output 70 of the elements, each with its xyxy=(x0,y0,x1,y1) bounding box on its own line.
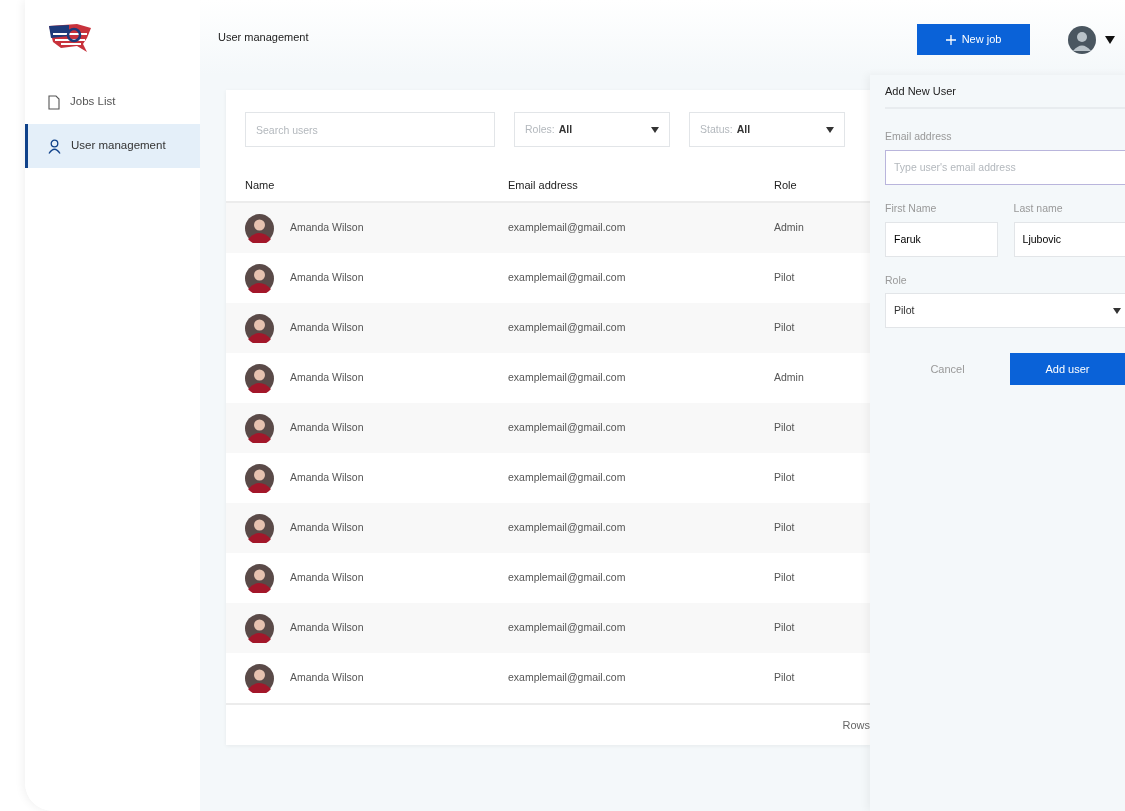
table-cell: Amanda Wilson xyxy=(290,370,364,386)
table-cell: Pilot xyxy=(774,571,795,584)
table-cell: Pilot xyxy=(774,321,795,334)
breadcrumb-title: User management xyxy=(218,30,309,46)
table-cell: Pilot xyxy=(774,421,795,434)
table-cell: Pilot xyxy=(774,621,795,634)
avatar-icon xyxy=(245,513,274,543)
table-cell: Admin xyxy=(774,221,804,234)
avatar-icon xyxy=(245,213,274,243)
rows-label: Rows xyxy=(842,717,870,733)
table-cell: Amanda Wilson xyxy=(290,320,364,336)
table-cell: Amanda Wilson xyxy=(290,220,364,236)
table-cell: examplemail@gmail.com xyxy=(508,471,626,484)
table-cell: examplemail@gmail.com xyxy=(508,271,626,284)
panel-title: Add New User xyxy=(885,83,956,99)
avatar-icon xyxy=(245,613,274,643)
plus-icon xyxy=(945,34,956,45)
avatar-icon[interactable] xyxy=(1068,26,1096,54)
table-cell: examplemail@gmail.com xyxy=(508,421,626,434)
table-cell: Amanda Wilson xyxy=(290,620,364,636)
table-cell: Amanda Wilson xyxy=(290,570,364,586)
avatar-icon xyxy=(245,363,274,393)
caret-icon xyxy=(826,126,834,133)
roles-dropdown[interactable]: Roles: All xyxy=(514,112,670,147)
first-name-field[interactable]: Faruk xyxy=(885,221,998,257)
table-cell: Pilot xyxy=(774,271,795,284)
table-cell: examplemail@gmail.com xyxy=(508,221,626,234)
field-label: Role xyxy=(885,272,908,288)
avatar-icon xyxy=(245,663,274,693)
table-cell: Pilot xyxy=(774,521,795,534)
table-cell: examplemail@gmail.com xyxy=(508,371,626,384)
field-label: Email address xyxy=(885,129,953,144)
caret-icon xyxy=(1113,307,1121,314)
search-field[interactable]: Search users xyxy=(245,112,495,147)
map-logo-drawing xyxy=(47,22,93,54)
table-cell: examplemail@gmail.com xyxy=(508,671,626,684)
table-cell: examplemail@gmail.com xyxy=(508,521,626,534)
table-cell: Pilot xyxy=(774,671,795,684)
role-dropdown[interactable]: Pilot xyxy=(885,293,1125,329)
table-cell: Admin xyxy=(774,371,804,384)
sidebar-item[interactable]: Jobs List xyxy=(25,80,200,124)
caret-icon[interactable] xyxy=(1105,36,1115,44)
new-job-button[interactable]: New job xyxy=(917,24,1030,55)
caret-icon xyxy=(651,126,659,133)
avatar-icon xyxy=(245,563,274,593)
avatar-icon xyxy=(245,263,274,293)
table-cell: Amanda Wilson xyxy=(290,420,364,436)
avatar-icon xyxy=(245,413,274,443)
table-cell: examplemail@gmail.com xyxy=(508,321,626,334)
status-dropdown[interactable]: Status: All xyxy=(689,112,845,147)
table-cell: Amanda Wilson xyxy=(290,670,364,686)
table-cell: examplemail@gmail.com xyxy=(508,571,626,584)
add-user-button[interactable]: Add user xyxy=(1010,353,1125,386)
table-cell: Amanda Wilson xyxy=(290,270,364,286)
column-header: Name xyxy=(244,178,276,194)
document-icon xyxy=(48,94,60,110)
column-header: Email address xyxy=(508,178,579,194)
table-cell: Amanda Wilson xyxy=(290,520,364,536)
user-icon xyxy=(48,138,61,154)
table-cell: Amanda Wilson xyxy=(290,470,364,486)
field-label: Last name xyxy=(1013,200,1064,216)
email-field[interactable]: Type user's email address xyxy=(885,149,1125,185)
avatar-icon xyxy=(245,463,274,493)
last-name-field[interactable]: Ljubovic xyxy=(1013,221,1125,257)
table-cell: examplemail@gmail.com xyxy=(508,621,626,634)
avatar-icon xyxy=(245,313,274,343)
sidebar-item[interactable]: User management xyxy=(25,124,200,168)
table-cell: Pilot xyxy=(774,471,795,484)
field-label: First Name xyxy=(885,200,938,216)
column-header: Role xyxy=(774,178,798,194)
